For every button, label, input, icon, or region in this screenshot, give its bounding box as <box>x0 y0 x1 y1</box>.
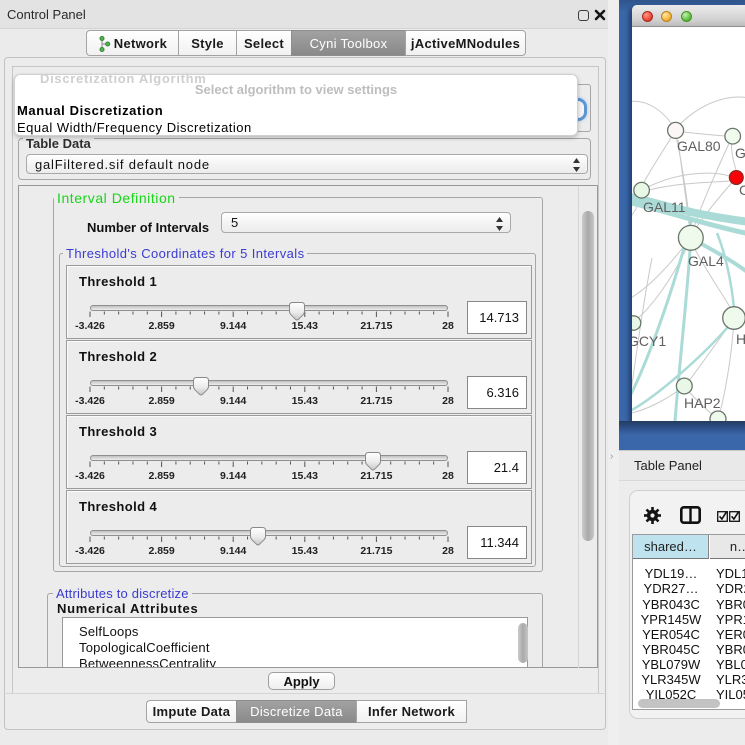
svg-text:H: H <box>736 331 745 347</box>
svg-text:GAL11: GAL11 <box>643 199 686 215</box>
svg-text:C: C <box>739 182 745 198</box>
svg-text:GCY1: GCY1 <box>632 333 666 349</box>
svg-text:GAL4: GAL4 <box>688 253 724 269</box>
svg-text:GAL80: GAL80 <box>677 138 721 154</box>
svg-text:G: G <box>735 145 745 161</box>
svg-text:HAP2: HAP2 <box>684 395 721 411</box>
